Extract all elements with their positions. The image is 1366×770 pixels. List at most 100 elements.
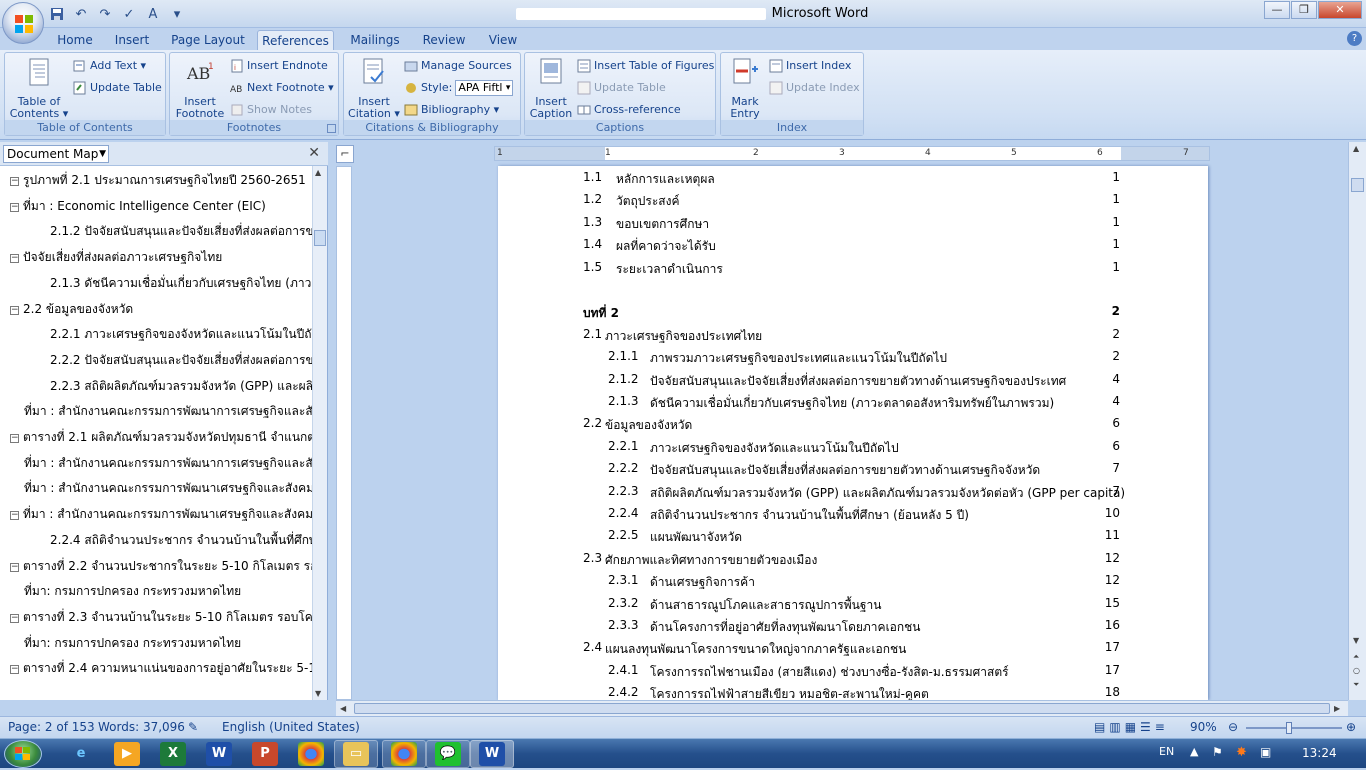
docmap-item[interactable]: − ตารางที่ 2.1 ผลิตภัณฑ์มวลรวมจังหวัดปทุม…: [10, 427, 312, 447]
collapse-toggle-icon[interactable]: −: [10, 562, 19, 572]
toc-entry-page[interactable]: 7: [1112, 461, 1120, 481]
proofing-icon[interactable]: ✎: [188, 720, 198, 734]
insert-index-button[interactable]: Insert Index: [769, 57, 851, 75]
vertical-scrollbar[interactable]: ▲ ▼ ⏶ ○ ⏷: [1348, 142, 1366, 700]
toc-entry-number[interactable]: 2.3: [583, 551, 602, 571]
show-hidden-icons-icon[interactable]: ▲: [1190, 745, 1198, 758]
scroll-down-icon[interactable]: ▼: [1353, 636, 1359, 645]
tab-mailings[interactable]: Mailings: [344, 30, 406, 50]
toc-entry-number[interactable]: 2.2.1: [608, 439, 639, 459]
docmap-item[interactable]: 2.2.1 ภาวะเศรษฐกิจของจังหวัดและแนวโน้มใน…: [50, 324, 312, 344]
document-map-scroll-thumb[interactable]: [314, 230, 326, 246]
horizontal-ruler[interactable]: 1 1 2 3 4 5 6 7: [494, 146, 1210, 161]
toc-entry-text[interactable]: ปัจจัยสนับสนุนและปัจจัยเสี่ยงที่ส่งผลต่อ…: [650, 372, 1066, 392]
draft-icon[interactable]: ≡: [1155, 720, 1165, 734]
toc-entry-page[interactable]: 11: [1105, 528, 1120, 548]
action-center-flag-icon[interactable]: ⚑: [1212, 745, 1223, 759]
toc-entry-text[interactable]: หลักการและเหตุผล: [616, 170, 715, 190]
insert-footnote-button[interactable]: AB 1 Insert Footnote: [172, 57, 228, 120]
docmap-item[interactable]: ที่มา: กรมการปกครอง กระทรวงมหาดไทย: [24, 633, 312, 653]
toc-entry-number[interactable]: 2.2: [583, 416, 602, 436]
web-layout-icon[interactable]: ▦: [1125, 720, 1136, 734]
toc-entry-number[interactable]: 1.2: [583, 192, 602, 212]
print-layout-icon[interactable]: ▤: [1094, 720, 1105, 734]
toc-entry-text[interactable]: ผลที่คาดว่าจะได้รับ: [616, 237, 716, 257]
toc-entry-number[interactable]: 1.5: [583, 260, 602, 280]
toc-entry-page[interactable]: 4: [1112, 394, 1120, 414]
scroll-up-icon[interactable]: ▲: [315, 168, 321, 177]
toc-entry-text[interactable]: ขอบเขตการศึกษา: [616, 215, 709, 235]
toc-entry-number[interactable]: 2.3.2: [608, 596, 639, 616]
toc-entry-page[interactable]: 1: [1112, 237, 1120, 257]
document-map-close-icon[interactable]: ✕: [308, 145, 320, 161]
citation-style-dropdown[interactable]: APA Fiftl: [455, 80, 514, 96]
word-icon[interactable]: W: [206, 742, 232, 766]
update-index-button[interactable]: Update Index: [769, 79, 860, 97]
undo-icon[interactable]: ↶: [72, 5, 90, 23]
toc-entry-text[interactable]: ด้านเศรษฐกิจการค้า: [650, 573, 755, 593]
media-player-icon[interactable]: ▶: [114, 742, 140, 766]
horizontal-scrollbar[interactable]: ◀ ▶: [336, 700, 1348, 716]
toc-entry-text[interactable]: ศักยภาพและทิศทางการขยายตัวของเมือง: [605, 551, 817, 571]
collapse-toggle-icon[interactable]: −: [10, 665, 19, 675]
toc-entry-text[interactable]: ระยะเวลาดำเนินการ: [616, 260, 723, 280]
file-explorer-icon[interactable]: ▭: [343, 742, 369, 766]
clock[interactable]: 13:24: [1302, 746, 1337, 760]
chrome-icon[interactable]: [298, 742, 324, 766]
insert-table-of-figures-button[interactable]: Insert Table of Figures: [577, 57, 714, 75]
tab-selector-icon[interactable]: ⌐: [336, 145, 354, 163]
tab-page-layout[interactable]: Page Layout: [168, 30, 248, 50]
toc-entry-text[interactable]: ภาพรวมภาวะเศรษฐกิจของประเทศและแนวโน้มในป…: [650, 349, 947, 369]
docmap-item[interactable]: 2.2.2 ปัจจัยสนับสนุนและปัจจัยเสี่ยงที่ส่…: [50, 350, 312, 370]
docmap-item[interactable]: ที่มา : สำนักงานคณะกรรมการพัฒนาการเศรษฐก…: [24, 453, 312, 473]
toc-entry-page[interactable]: 16: [1105, 618, 1120, 638]
cross-reference-button[interactable]: Cross-reference: [577, 101, 681, 119]
docmap-item[interactable]: 2.1.2 ปัจจัยสนับสนุนและปัจจัยเสี่ยงที่ส่…: [50, 221, 312, 241]
toc-entry-number[interactable]: 2.1.1: [608, 349, 639, 369]
toc-entry-number[interactable]: 2.3.1: [608, 573, 639, 593]
docmap-item[interactable]: − ที่มา : สำนักงานคณะกรรมการพัฒนาเศรษฐกิจ…: [10, 504, 312, 524]
toc-entry-text[interactable]: ภาวะเศรษฐกิจของจังหวัดและแนวโน้มในปีถัดไ…: [650, 439, 899, 459]
toc-entry-number[interactable]: 2.2.2: [608, 461, 639, 481]
previous-page-icon[interactable]: ⏶: [1353, 652, 1359, 662]
save-icon[interactable]: [48, 5, 66, 23]
toc-entry-text[interactable]: วัตถุประสงค์: [616, 192, 680, 212]
toc-entry-page[interactable]: 2: [1112, 349, 1120, 369]
page-count[interactable]: Page: 2 of 153: [8, 720, 95, 734]
document-page[interactable]: 1.1 หลักการและเหตุผล 1 1.2 วัตถุประสงค์ 1 1.3 ข…: [498, 166, 1208, 701]
docmap-item[interactable]: − ตารางที่ 2.2 จำนวนประชากรในระยะ 5-10 กิ…: [10, 556, 312, 576]
toc-entry-page[interactable]: 1: [1112, 260, 1120, 280]
footnotes-dialog-launcher-icon[interactable]: [327, 124, 336, 133]
toc-entry-text[interactable]: ด้านสาธารณูปโภคและสาธารณูปการพื้นฐาน: [650, 596, 881, 616]
toc-entry-number[interactable]: 1.4: [583, 237, 602, 257]
next-footnote-button[interactable]: AB Next Footnote ▾: [230, 79, 334, 97]
docmap-item[interactable]: − ตารางที่ 2.3 จำนวนบ้านในระยะ 5-10 กิโลเ…: [10, 607, 312, 627]
restore-button[interactable]: ❐: [1291, 1, 1317, 19]
toc-entry-page[interactable]: 6: [1112, 439, 1120, 459]
redo-icon[interactable]: ↷: [96, 5, 114, 23]
document-map-selector[interactable]: Document Map ▼: [3, 145, 109, 163]
check-icon[interactable]: ✓: [120, 5, 138, 23]
collapse-toggle-icon[interactable]: −: [10, 613, 19, 623]
tab-home[interactable]: Home: [52, 30, 98, 50]
toc-entry-page[interactable]: 4: [1112, 372, 1120, 392]
zoom-level[interactable]: 90%: [1190, 720, 1217, 734]
close-button[interactable]: ✕: [1318, 1, 1362, 19]
powerpoint-icon[interactable]: P: [252, 742, 278, 766]
toc-entry-text[interactable]: ภาวะเศรษฐกิจของประเทศไทย: [605, 327, 762, 347]
internet-explorer-icon[interactable]: e: [68, 742, 94, 766]
collapse-toggle-icon[interactable]: −: [10, 305, 19, 315]
toc-entry-page[interactable]: 12: [1105, 573, 1120, 593]
docmap-item[interactable]: − รูปภาพที่ 2.1 ประมาณการเศรษฐกิจไทยปี 25…: [10, 170, 312, 190]
insert-caption-button[interactable]: Insert Caption: [527, 57, 575, 120]
toc-entry-text[interactable]: แผนลงทุนพัฒนาโครงการขนาดใหญ่จากภาครัฐและ…: [605, 640, 906, 660]
tab-review[interactable]: Review: [418, 30, 470, 50]
vertical-ruler[interactable]: [336, 166, 352, 700]
toc-entry-number[interactable]: 2.2.4: [608, 506, 639, 526]
mark-entry-button[interactable]: Mark Entry: [723, 57, 767, 120]
docmap-item[interactable]: −2.2 ข้อมูลของจังหวัด: [10, 299, 312, 319]
outline-icon[interactable]: ☰: [1140, 720, 1151, 734]
next-page-icon[interactable]: ⏷: [1353, 680, 1359, 690]
toc-entry-text[interactable]: โครงการรถไฟชานเมือง (สายสีแดง) ช่วงบางซื…: [650, 663, 1009, 683]
document-map-scrollbar[interactable]: ▲ ▼: [312, 166, 327, 700]
